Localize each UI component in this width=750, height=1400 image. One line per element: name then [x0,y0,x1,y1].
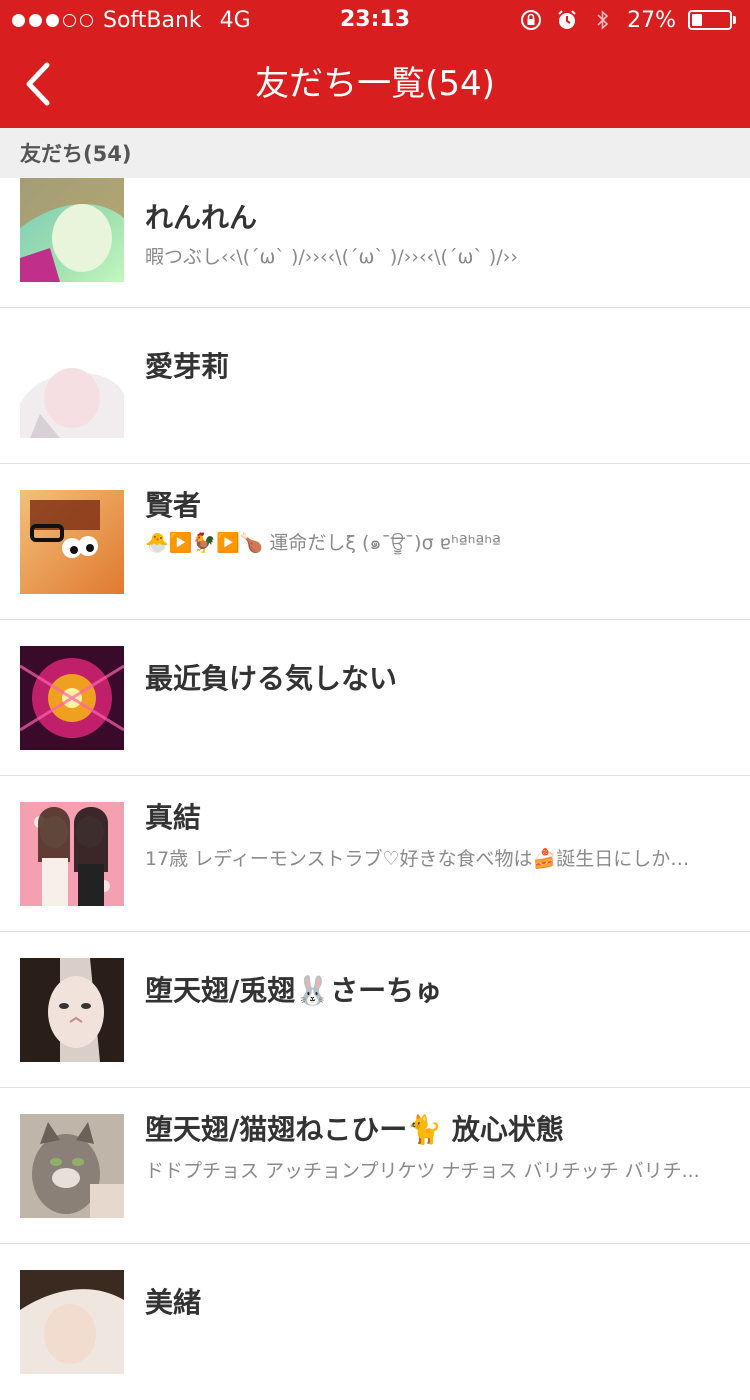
friend-status: 🐣▶️🐓▶️🍗 運命だしξ (๑¯ਊ¯)σ ɐʰªʰªʰª [145,532,501,554]
friend-row[interactable]: 堕天翅/猫翅ねこひー🐈 放心状態 ドドプチョス アッチョンプリケツ ナチョス バ… [0,1088,750,1244]
avatar [20,1270,124,1374]
friend-name: れんれん [145,201,258,234]
friend-name: 愛芽莉 [145,350,230,383]
battery-percent: 27% [627,7,676,33]
nav-bar: 友だち一覧(54) [0,40,750,128]
friend-name: 美緒 [145,1286,202,1319]
friend-row[interactable]: 愛芽莉 [0,308,750,464]
status-left: SoftBank 4G [12,0,251,40]
friend-name: 真結 [145,801,202,834]
friend-name: 賢者 [145,489,202,522]
carrier-label: SoftBank [103,7,202,33]
alarm-icon [555,8,579,32]
section-header: 友だち(54) [0,128,750,178]
friend-status: 暇つぶし‹‹\(´ω` )/››‹‹\(´ω` )/››‹‹\(´ω` )/›› [145,246,518,268]
avatar [20,646,124,750]
friend-name: 最近負ける気しない [145,662,398,695]
friend-name: 堕天翅/猫翅ねこひー🐈 放心状態 [145,1113,564,1146]
network-label: 4G [219,7,251,33]
chevron-left-icon [26,62,50,106]
avatar [20,490,124,594]
orientation-lock-icon [519,8,543,32]
friend-row[interactable]: れんれん 暇つぶし‹‹\(´ω` )/››‹‹\(´ω` )/››‹‹\(´ω`… [0,178,750,308]
friend-status: ドドプチョス アッチョンプリケツ ナチョス バリチッチ バリチ... [145,1160,700,1182]
avatar [20,802,124,906]
friend-status: 17歳 レディーモンストラブ♡好きな食べ物は🍰誕生日にしか食... [145,848,705,870]
avatar [20,958,124,1062]
page-title: 友だち一覧(54) [255,64,495,104]
avatar [20,1114,124,1218]
status-bar: SoftBank 4G 23:13 27% [0,0,750,40]
bluetooth-icon [591,8,615,32]
battery-icon [688,10,736,30]
friend-row[interactable]: 賢者 🐣▶️🐓▶️🍗 運命だしξ (๑¯ਊ¯)σ ɐʰªʰªʰª [0,464,750,620]
friend-row[interactable]: 美緒 [0,1244,750,1400]
avatar [20,178,124,282]
friend-row[interactable]: 真結 17歳 レディーモンストラブ♡好きな食べ物は🍰誕生日にしか食... [0,776,750,932]
friend-row[interactable]: 堕天翅/兎翅🐰さーちゅ [0,932,750,1088]
avatar [20,334,124,438]
friend-name: 堕天翅/兎翅🐰さーちゅ [145,974,443,1007]
signal-strength-icon [12,13,93,27]
friend-row[interactable]: 最近負ける気しない [0,620,750,776]
status-right: 27% [519,0,736,40]
back-button[interactable] [8,54,68,114]
